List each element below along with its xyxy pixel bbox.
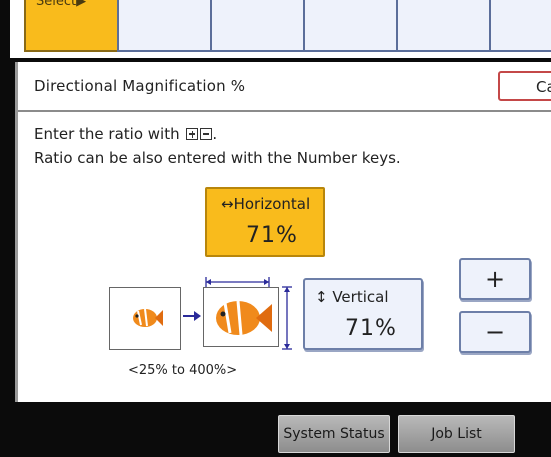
minus-label: − <box>484 318 506 346</box>
dialog-title: Directional Magnification % <box>34 77 246 95</box>
vertical-button[interactable]: ↕ Vertical 71% <box>303 278 423 350</box>
minus-key-icon <box>200 128 213 140</box>
decrease-button[interactable]: − <box>459 311 531 353</box>
status-bar: System Status Job List <box>0 402 551 457</box>
small-fish-icon <box>133 308 163 327</box>
plus-key-icon <box>186 128 199 140</box>
vertical-value: 71% <box>345 316 397 341</box>
ratio-range-text: <25% to 400%> <box>128 363 238 378</box>
horizontal-button[interactable]: ↔Horizontal 71% <box>205 187 325 257</box>
instruction-line-1: Enter the ratio with . <box>34 125 217 143</box>
plus-label: + <box>484 265 506 293</box>
tab-select[interactable]: Select▶ <box>24 0 120 52</box>
job-list-label: Job List <box>431 426 482 442</box>
vertical-label: ↕ Vertical <box>315 288 389 306</box>
magnification-dialog: Directional Magnification % Ca Enter the… <box>15 62 551 402</box>
horizontal-label: ↔Horizontal <box>221 195 311 213</box>
system-status-label: System Status <box>283 426 385 442</box>
cancel-button[interactable]: Ca <box>498 71 551 101</box>
job-list-button[interactable]: Job List <box>398 415 515 453</box>
original-image-preview <box>109 287 181 350</box>
instruction-period: . <box>212 125 218 143</box>
system-status-button[interactable]: System Status <box>278 415 390 453</box>
tab-4[interactable] <box>303 0 399 52</box>
horizontal-value: 71% <box>246 223 298 248</box>
instruction-text: Enter the ratio with <box>34 125 180 143</box>
tab-3[interactable] <box>210 0 306 52</box>
tab-select-label: Select▶ <box>36 0 87 9</box>
dimension-arrows-icon <box>205 277 292 350</box>
tab-2[interactable] <box>117 0 213 52</box>
instruction-line-2: Ratio can be also entered with the Numbe… <box>34 149 401 167</box>
right-arrow-icon <box>183 311 201 321</box>
dialog-titlebar: Directional Magnification % Ca <box>18 62 551 112</box>
increase-button[interactable]: + <box>459 258 531 300</box>
tab-strip: Select▶ <box>10 0 551 58</box>
cancel-label: Ca <box>536 78 551 96</box>
copier-screen: Select▶ Directional Magnification % Ca E… <box>0 0 551 457</box>
tab-6[interactable] <box>489 0 551 52</box>
tab-5[interactable] <box>396 0 492 52</box>
